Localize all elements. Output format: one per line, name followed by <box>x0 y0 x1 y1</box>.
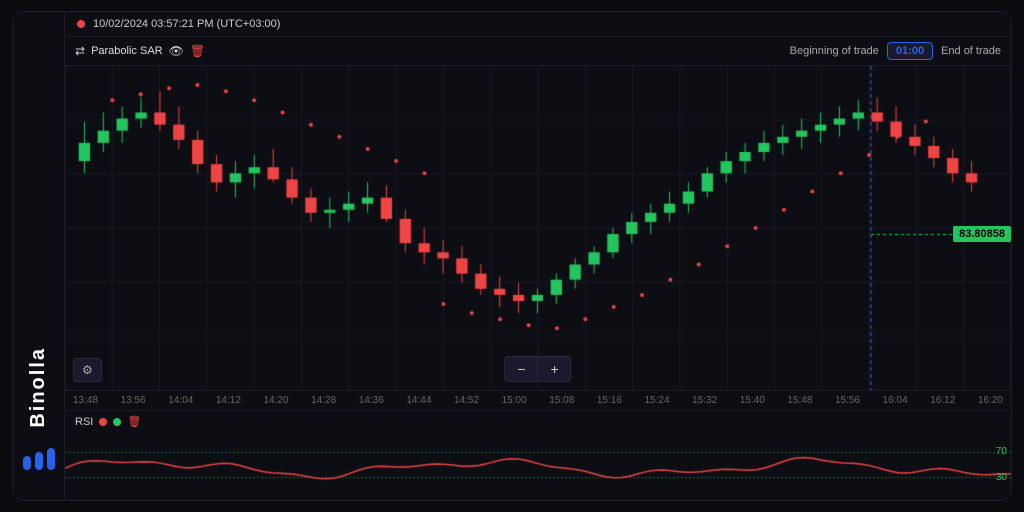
time-label: 15:16 <box>597 395 622 406</box>
filter-button[interactable]: ⚙ <box>73 358 102 382</box>
zoom-controls: − + <box>504 356 571 382</box>
time-label: 15:08 <box>549 395 574 406</box>
time-label: 15:56 <box>835 395 860 406</box>
brand-icon <box>23 448 55 476</box>
rsi-level-30-label: 30 <box>996 472 1007 483</box>
rsi-level-70-label: 70 <box>996 446 1007 457</box>
time-label: 15:40 <box>740 395 765 406</box>
rsi-dot-red <box>99 418 107 426</box>
trade-time-input[interactable]: 01:00 <box>887 42 933 60</box>
time-label: 16:20 <box>978 395 1003 406</box>
time-label: 15:00 <box>502 395 527 406</box>
time-axis: 13:48 13:56 14:04 14:12 14:20 14:28 14:36 14:44… <box>65 390 1011 410</box>
time-label: 16:04 <box>883 395 908 406</box>
time-label: 15:48 <box>787 395 812 406</box>
time-label: 14:44 <box>406 395 431 406</box>
rsi-chart-canvas <box>65 411 1011 500</box>
zoom-out-button[interactable]: − <box>505 357 537 381</box>
chart-header: 10/02/2024 03:57:21 PM (UTC+03:00) <box>65 12 1011 37</box>
time-label: 14:36 <box>359 395 384 406</box>
end-of-trade-label: End of trade <box>941 45 1001 57</box>
chart-container: 83.80858 ⚙ − + <box>65 66 1011 390</box>
time-label: 14:20 <box>264 395 289 406</box>
beginning-of-trade-label: Beginning of trade <box>790 45 879 57</box>
rsi-panel: RSI 🗑 70 30 <box>65 410 1011 500</box>
time-label: 16:12 <box>930 395 955 406</box>
timestamp: 10/02/2024 03:57:21 PM (UTC+03:00) <box>93 18 280 30</box>
eye-icon[interactable]: 👁 <box>169 44 184 58</box>
sidebar: Binolla <box>13 12 65 500</box>
time-label: 14:04 <box>168 395 193 406</box>
rsi-header: RSI 🗑 <box>65 411 151 432</box>
indicator-icon: ⇄ <box>75 44 85 58</box>
brand-name: Binolla <box>27 347 50 428</box>
main-chart-canvas <box>65 66 1011 390</box>
rsi-delete-icon[interactable]: 🗑 <box>127 415 141 428</box>
status-dot <box>77 20 85 28</box>
trade-controls: Beginning of trade 01:00 End of trade <box>790 42 1001 60</box>
time-label: 14:12 <box>216 395 241 406</box>
time-label: 15:32 <box>692 395 717 406</box>
time-labels: 13:48 13:56 14:04 14:12 14:20 14:28 14:36 14:44… <box>65 395 1011 406</box>
current-price-label: 83.80858 <box>953 226 1011 242</box>
time-label: 13:56 <box>121 395 146 406</box>
time-label: 14:28 <box>311 395 336 406</box>
main-area: 10/02/2024 03:57:21 PM (UTC+03:00) ⇄ Par… <box>65 12 1011 500</box>
delete-icon[interactable]: 🗑 <box>190 44 205 58</box>
rsi-label: RSI <box>75 416 93 428</box>
time-label: 13:48 <box>73 395 98 406</box>
zoom-in-button[interactable]: + <box>539 357 571 381</box>
time-label: 14:52 <box>454 395 479 406</box>
time-label: 15:24 <box>645 395 670 406</box>
rsi-dot-green <box>113 418 121 426</box>
indicator-name: Parabolic SAR <box>91 45 163 57</box>
indicator-row: ⇄ Parabolic SAR 👁 🗑 Beginning of trade 0… <box>65 37 1011 66</box>
